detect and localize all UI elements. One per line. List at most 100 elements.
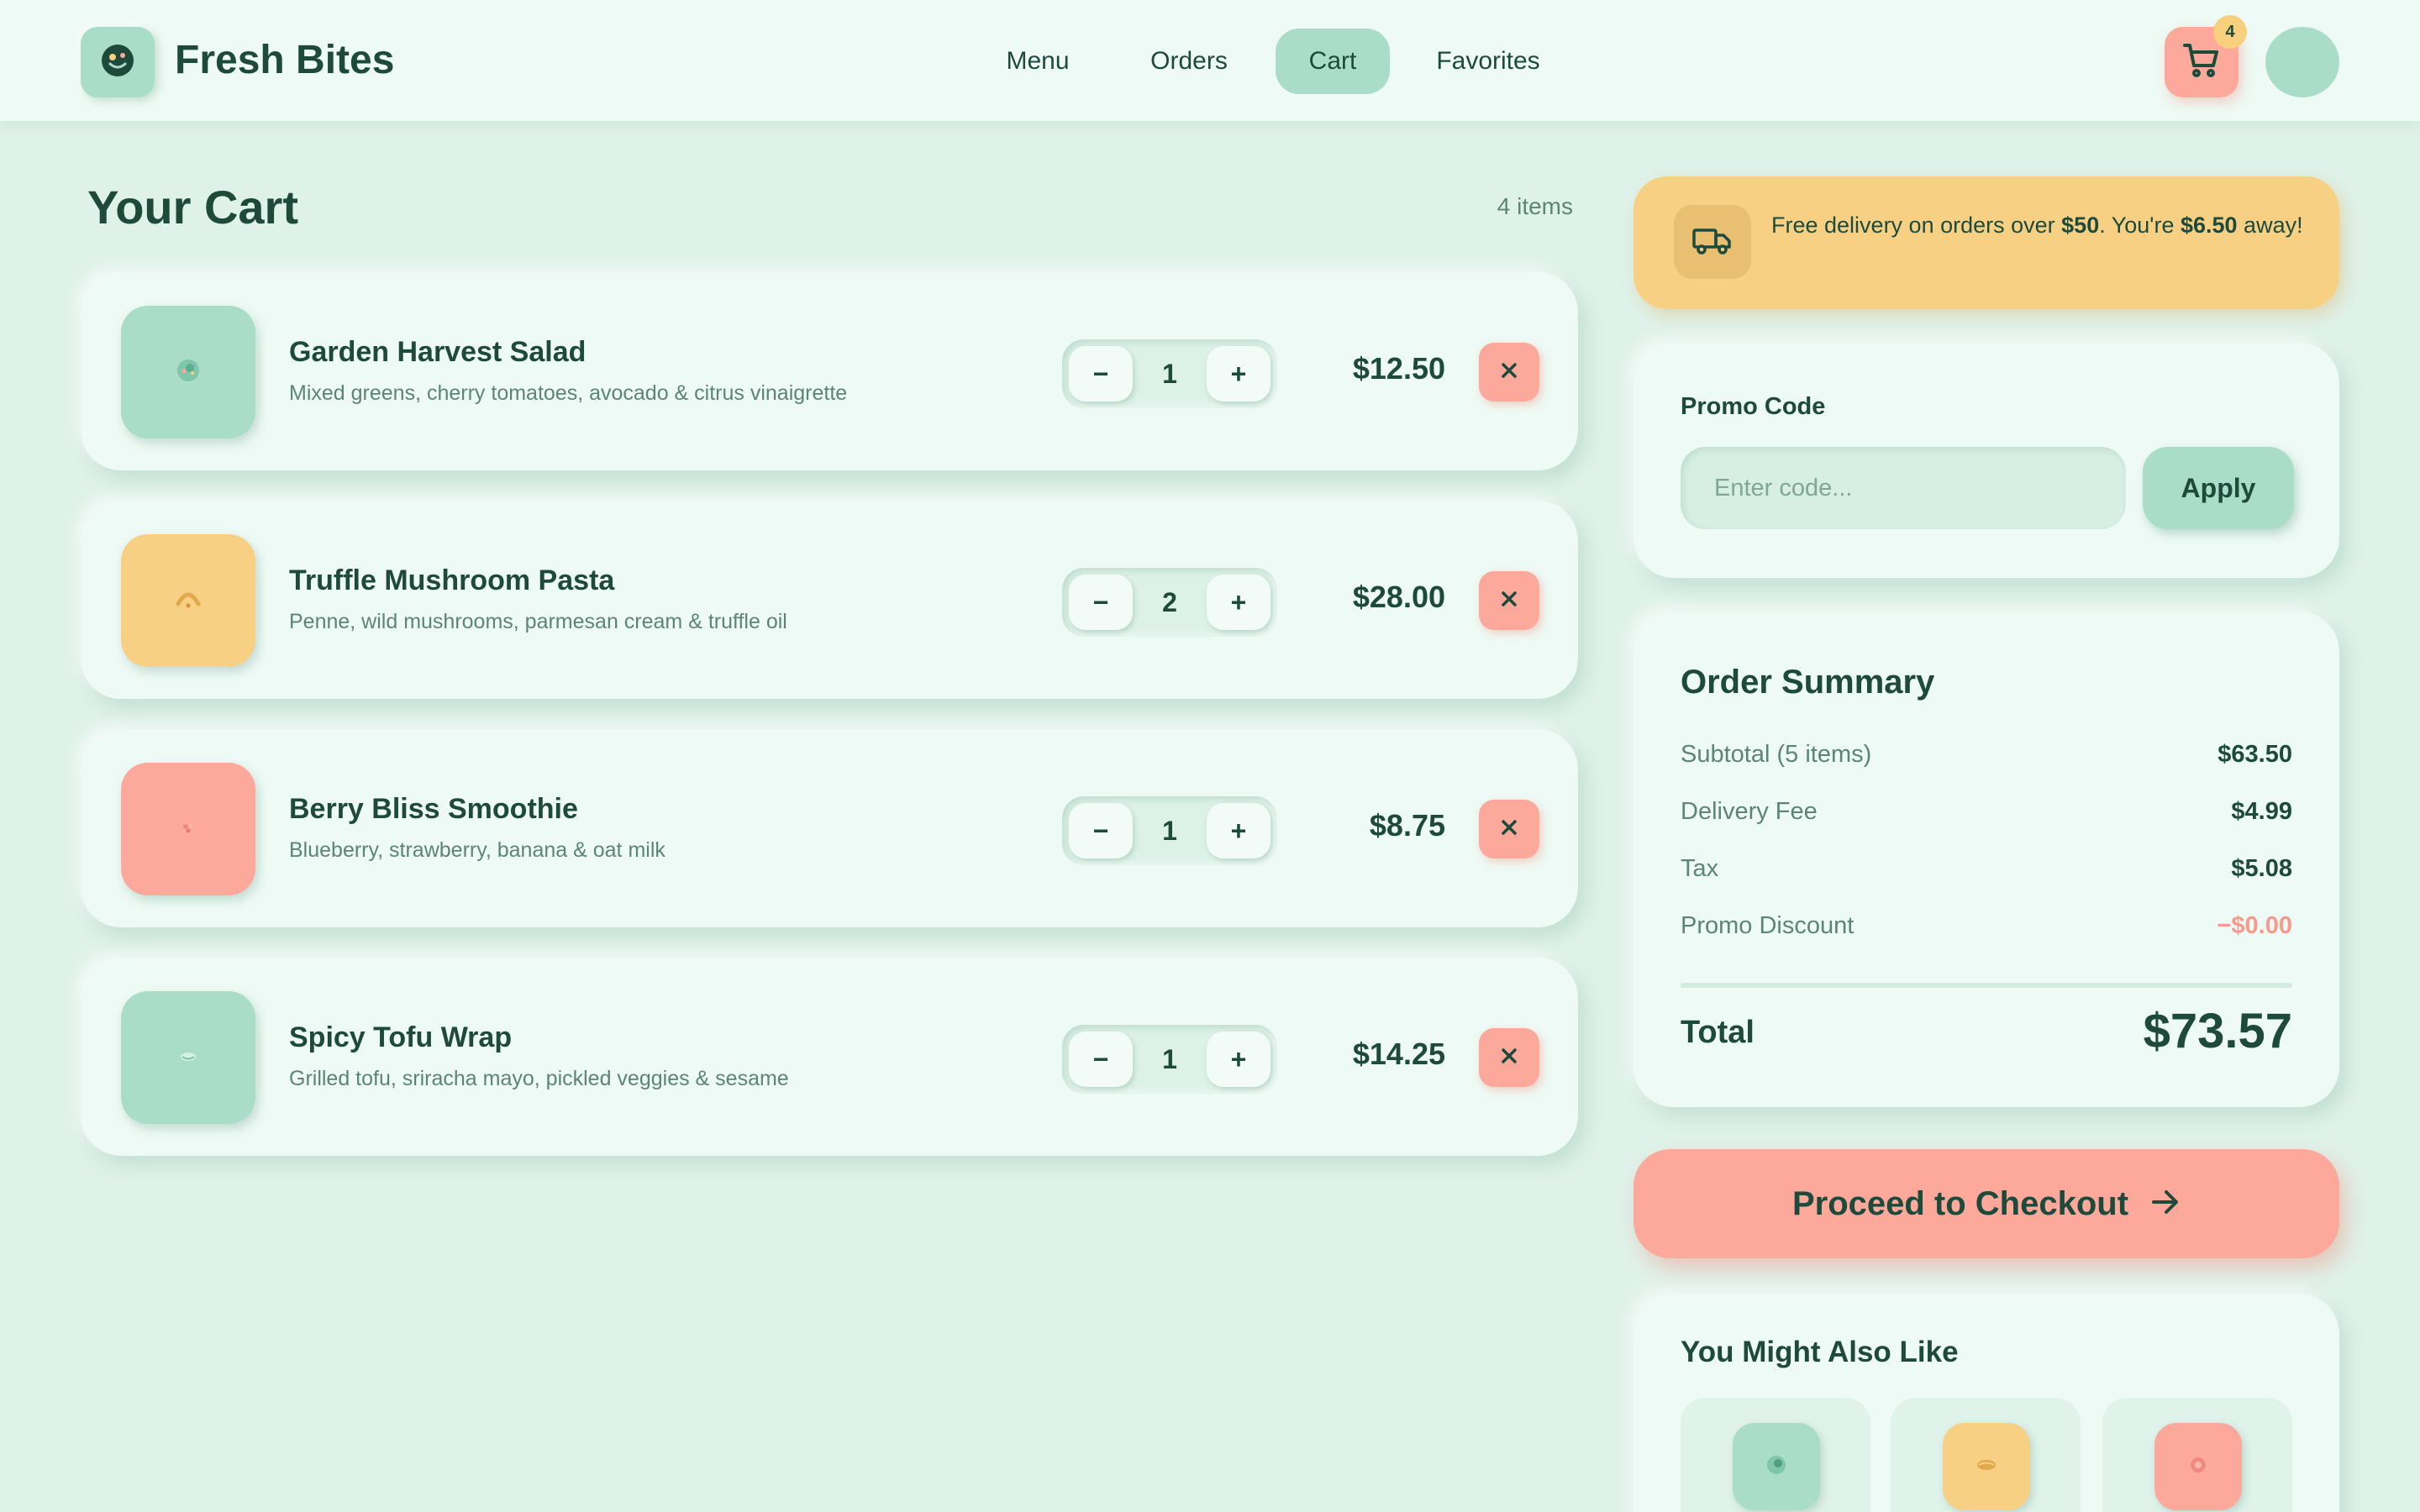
summary-label: Promo Discount xyxy=(1681,912,1854,939)
suggestion-thumbnail xyxy=(2154,1423,2242,1510)
quantity-stepper: − 1 + xyxy=(1062,1025,1277,1094)
cart-icon xyxy=(2181,40,2222,85)
cart-item: Spicy Tofu Wrap Grilled tofu, sriracha m… xyxy=(81,958,1578,1156)
remove-item-button[interactable] xyxy=(1479,800,1539,858)
apply-promo-button[interactable]: Apply xyxy=(2143,447,2294,529)
wrap-icon xyxy=(171,1039,205,1077)
quantity-value: 1 xyxy=(1162,1044,1177,1074)
cart-item: Garden Harvest Salad Mixed greens, cherr… xyxy=(81,272,1578,470)
checkout-label: Proceed to Checkout xyxy=(1791,1184,2129,1222)
summary-label: Tax xyxy=(1681,855,1719,882)
order-summary-panel: Order Summary Subtotal (5 items) $63.50 … xyxy=(1634,612,2339,1107)
delivery-threshold: $50 xyxy=(2061,213,2100,238)
logo[interactable] xyxy=(81,27,155,97)
delivery-suffix: away! xyxy=(2237,213,2303,238)
quantity-value: 2 xyxy=(1162,587,1177,617)
delivery-remaining: $6.50 xyxy=(2180,213,2238,238)
promo-code-input[interactable] xyxy=(1681,447,2126,529)
item-name: Spicy Tofu Wrap xyxy=(289,1021,513,1053)
close-icon xyxy=(1498,588,1520,614)
nav-orders[interactable]: Orders xyxy=(1134,29,1244,94)
decrease-quantity-button[interactable]: − xyxy=(1069,575,1133,630)
item-thumbnail xyxy=(121,534,255,667)
nav-cart[interactable]: Cart xyxy=(1276,29,1390,94)
salad-icon xyxy=(171,354,205,391)
quantity-stepper: − 1 + xyxy=(1062,339,1277,408)
delivery-prefix: Free delivery on orders over xyxy=(1771,213,2062,238)
quantity-stepper: − 1 + xyxy=(1062,796,1277,865)
proceed-to-checkout-button[interactable]: Proceed to Checkout xyxy=(1634,1149,2339,1258)
suggestions-title: You Might Also Like xyxy=(1681,1336,1959,1368)
item-thumbnail xyxy=(121,306,255,438)
berry-icon xyxy=(2181,1448,2215,1486)
item-price: $12.50 xyxy=(1352,351,1445,386)
delivery-middle: . You're xyxy=(2099,213,2181,238)
cart-count-badge: 4 xyxy=(2213,15,2247,49)
increase-quantity-button[interactable]: + xyxy=(1207,803,1270,858)
promo-code-panel: Promo Code Apply xyxy=(1634,343,2339,578)
item-price: $8.75 xyxy=(1369,808,1445,843)
truck-icon xyxy=(1691,223,1733,261)
smiley-icon xyxy=(99,42,136,83)
item-thumbnail xyxy=(121,991,255,1124)
smoothie-icon xyxy=(171,811,205,848)
suggestion-card[interactable] xyxy=(1891,1398,2081,1512)
truck-icon-box xyxy=(1674,205,1751,279)
suggestion-card[interactable] xyxy=(1681,1398,1870,1512)
remove-item-button[interactable] xyxy=(1479,343,1539,402)
summary-label: Delivery Fee xyxy=(1681,798,1818,825)
delivery-message: Free delivery on orders over $50. You're… xyxy=(1771,208,2309,242)
item-price: $14.25 xyxy=(1352,1037,1445,1071)
item-price: $28.00 xyxy=(1352,580,1445,614)
decrease-quantity-button[interactable]: − xyxy=(1069,1032,1133,1087)
item-name: Berry Bliss Smoothie xyxy=(289,793,578,825)
quantity-stepper: − 2 + xyxy=(1062,568,1277,637)
summary-label: Subtotal (5 items) xyxy=(1681,741,1872,768)
avatar[interactable] xyxy=(2265,27,2339,97)
increase-quantity-button[interactable]: + xyxy=(1207,1032,1270,1087)
total-value: $73.57 xyxy=(2143,1004,2292,1058)
bowl-icon xyxy=(1760,1448,1793,1486)
summary-divider xyxy=(1681,983,2292,988)
nav-menu[interactable]: Menu xyxy=(985,29,1091,94)
summary-value: −$0.00 xyxy=(2217,912,2292,939)
item-description: Mixed greens, cherry tomatoes, avocado &… xyxy=(289,381,848,405)
summary-row-discount: Promo Discount −$0.00 xyxy=(1681,912,2292,946)
decrease-quantity-button[interactable]: − xyxy=(1069,803,1133,858)
top-nav-bar: Fresh Bites Menu Orders Cart Favorites 4 xyxy=(0,0,2420,121)
decrease-quantity-button[interactable]: − xyxy=(1069,346,1133,402)
summary-value: $63.50 xyxy=(2217,741,2292,768)
suggestion-card[interactable] xyxy=(2102,1398,2292,1512)
item-name: Truffle Mushroom Pasta xyxy=(289,564,615,596)
page-title: Your Cart xyxy=(87,181,298,234)
item-thumbnail xyxy=(121,763,255,895)
item-description: Blueberry, strawberry, banana & oat milk xyxy=(289,838,666,862)
free-delivery-banner: Free delivery on orders over $50. You're… xyxy=(1634,176,2339,309)
nav-favorites[interactable]: Favorites xyxy=(1420,29,1556,94)
suggestion-thumbnail xyxy=(1943,1423,2030,1510)
brand-name: Fresh Bites xyxy=(175,38,395,82)
item-name: Garden Harvest Salad xyxy=(289,336,587,368)
pasta-icon xyxy=(171,582,205,620)
item-description: Grilled tofu, sriracha mayo, pickled veg… xyxy=(289,1067,789,1090)
cart-item: Berry Bliss Smoothie Blueberry, strawber… xyxy=(81,729,1578,927)
quantity-value: 1 xyxy=(1162,816,1177,846)
bun-icon xyxy=(1970,1448,2003,1486)
summary-value: $4.99 xyxy=(2231,798,2292,825)
close-icon xyxy=(1498,1045,1520,1071)
item-count: 4 items xyxy=(1497,193,1573,219)
close-icon xyxy=(1498,360,1520,386)
remove-item-button[interactable] xyxy=(1479,1028,1539,1087)
cart-item: Truffle Mushroom Pasta Penne, wild mushr… xyxy=(81,501,1578,699)
increase-quantity-button[interactable]: + xyxy=(1207,346,1270,402)
suggestions-panel: You Might Also Like xyxy=(1634,1294,2339,1512)
summary-row-tax: Tax $5.08 xyxy=(1681,855,2292,889)
summary-row-subtotal: Subtotal (5 items) $63.50 xyxy=(1681,741,2292,774)
promo-label: Promo Code xyxy=(1681,393,1826,420)
close-icon xyxy=(1498,816,1520,843)
item-description: Penne, wild mushrooms, parmesan cream & … xyxy=(289,610,787,633)
increase-quantity-button[interactable]: + xyxy=(1207,575,1270,630)
summary-title: Order Summary xyxy=(1681,664,1935,701)
remove-item-button[interactable] xyxy=(1479,571,1539,630)
quantity-value: 1 xyxy=(1162,359,1177,389)
